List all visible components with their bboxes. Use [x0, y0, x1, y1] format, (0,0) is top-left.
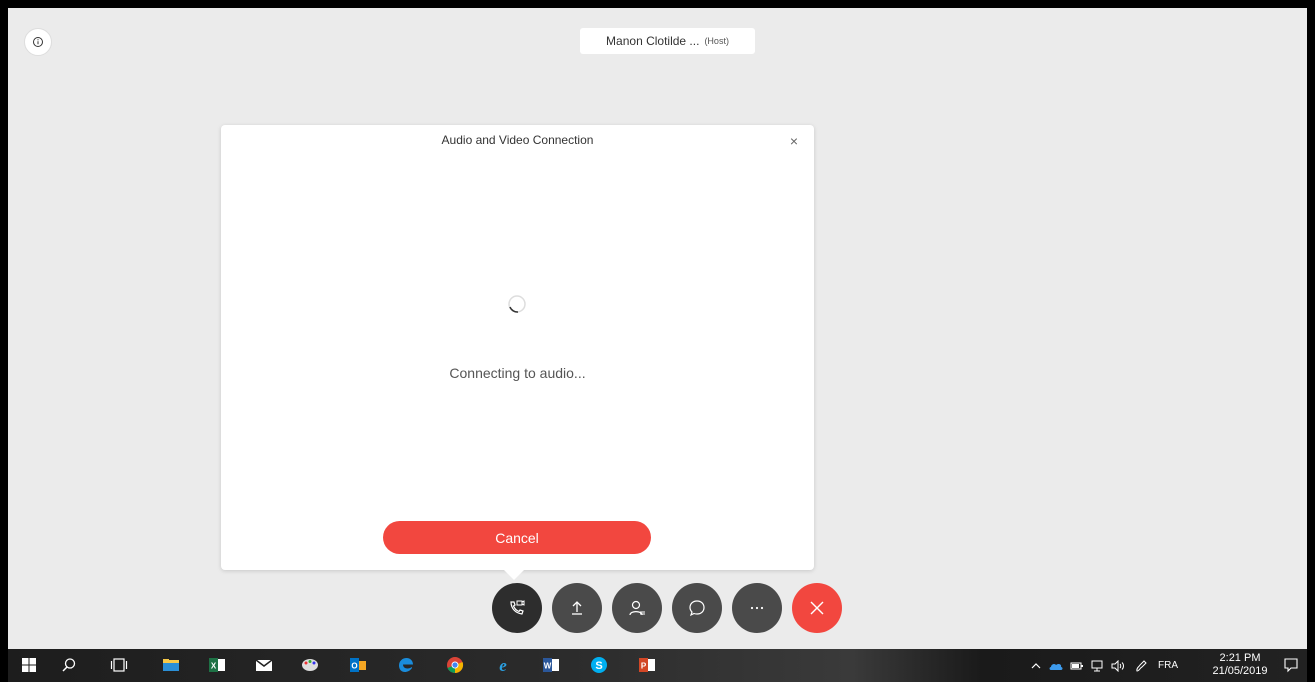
connecting-status: Connecting to audio...: [449, 365, 586, 381]
chrome-icon: [447, 657, 464, 674]
meeting-window: Manon Clotilde ... (Host) Audio and Vide…: [8, 8, 1307, 649]
dialog-title: Audio and Video Connection: [441, 133, 594, 147]
svg-text:O: O: [351, 662, 357, 671]
host-indicator: Manon Clotilde ... (Host): [580, 28, 755, 54]
svg-text:S: S: [595, 660, 602, 672]
pen-icon[interactable]: [1134, 659, 1148, 673]
edge-button[interactable]: [395, 654, 417, 676]
share-button[interactable]: [552, 583, 602, 633]
task-view-button[interactable]: [108, 654, 130, 676]
mail-button[interactable]: [253, 654, 275, 676]
audio-video-dialog: Audio and Video Connection × Connecting …: [221, 125, 814, 570]
clock-date: 21/05/2019: [1212, 665, 1268, 677]
svg-text:X: X: [211, 662, 217, 671]
excel-button[interactable]: X: [206, 654, 228, 676]
info-icon: [33, 37, 43, 47]
more-button[interactable]: [732, 583, 782, 633]
skype-icon: S: [591, 657, 607, 673]
chat-bubble-icon: [689, 600, 705, 617]
clock-time: 2:21 PM: [1219, 652, 1261, 664]
phone-video-icon: [510, 600, 525, 615]
internet-explorer-button[interactable]: e: [492, 654, 514, 676]
file-explorer-button[interactable]: [160, 654, 182, 676]
windows-taskbar: X O e W S P FRA 2:21 PM 21/05/2019: [8, 649, 1307, 682]
search-icon: [62, 658, 76, 672]
close-x-icon: [810, 601, 824, 615]
powerpoint-button[interactable]: P: [636, 654, 658, 676]
powerpoint-icon: P: [639, 658, 655, 672]
upload-arrow-icon: [572, 601, 582, 615]
notification-icon: [1284, 658, 1298, 673]
svg-text:P: P: [641, 662, 647, 671]
start-button[interactable]: [18, 654, 40, 676]
action-center-button[interactable]: [1280, 654, 1302, 676]
system-tray: FRA: [1030, 649, 1178, 682]
host-name: Manon Clotilde ...: [606, 34, 700, 48]
file-explorer-icon: [163, 659, 179, 671]
participants-button[interactable]: [612, 583, 662, 633]
network-icon[interactable]: [1090, 660, 1104, 672]
paint-icon: [302, 659, 318, 671]
audio-connection-button[interactable]: [492, 583, 542, 633]
skype-button[interactable]: S: [588, 654, 610, 676]
search-button[interactable]: [58, 654, 80, 676]
language-indicator[interactable]: FRA: [1158, 660, 1178, 671]
participants-icon: [629, 600, 645, 616]
excel-icon: X: [209, 658, 225, 672]
svg-text:W: W: [544, 662, 552, 671]
task-view-icon: [110, 658, 128, 672]
battery-icon[interactable]: [1070, 660, 1084, 672]
paint-button[interactable]: [299, 654, 321, 676]
host-tag: (Host): [704, 36, 729, 46]
loading-spinner-icon: [508, 295, 526, 313]
chevron-up-icon[interactable]: [1030, 660, 1042, 672]
onedrive-icon[interactable]: [1048, 660, 1064, 672]
internet-explorer-icon: e: [499, 656, 507, 674]
close-icon[interactable]: ×: [786, 133, 802, 149]
more-dots-icon: [750, 606, 764, 610]
svg-text:e: e: [499, 656, 507, 674]
chrome-button[interactable]: [444, 654, 466, 676]
clock[interactable]: 2:21 PM 21/05/2019: [1212, 652, 1268, 678]
mail-icon: [255, 659, 273, 671]
cancel-button[interactable]: Cancel: [383, 521, 651, 554]
outlook-button[interactable]: O: [347, 654, 369, 676]
outlook-icon: O: [350, 658, 366, 672]
word-button[interactable]: W: [540, 654, 562, 676]
start-icon: [22, 658, 36, 672]
volume-icon[interactable]: [1110, 659, 1126, 672]
chat-button[interactable]: [672, 583, 722, 633]
dialog-pointer: [504, 570, 524, 580]
info-button[interactable]: [24, 28, 52, 56]
word-icon: W: [543, 658, 559, 672]
leave-meeting-button[interactable]: [792, 583, 842, 633]
edge-icon: [399, 658, 413, 672]
